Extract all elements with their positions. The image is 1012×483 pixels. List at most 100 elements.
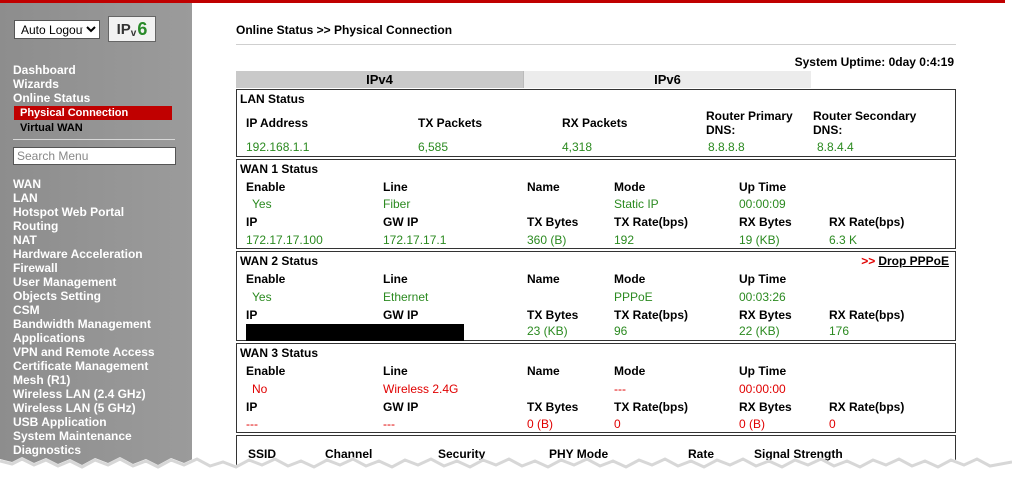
wan3-rxbytes-label: RX Bytes <box>739 400 792 414</box>
lan-tx-header: TX Packets <box>418 116 483 130</box>
wan3-name-label: Name <box>527 364 560 378</box>
menu-routing[interactable]: Routing <box>13 219 155 233</box>
wan3-status-title: WAN 3 Status <box>240 346 319 360</box>
lan-tx-value: 6,585 <box>418 140 449 154</box>
tab-ipv4[interactable]: IPv4 <box>236 71 523 88</box>
auto-logout-select[interactable]: Auto Logout <box>14 20 100 39</box>
menu-csm[interactable]: CSM <box>13 303 155 317</box>
wan2-status-panel: WAN 2 Status >> Drop PPPoE Enable Line Na… <box>236 251 956 341</box>
router-web-ui: Auto Logout IP v 6 Dashboard Wizards Onlin… <box>0 0 1005 470</box>
wan3-rxrate-value: 0 <box>829 417 836 431</box>
wan1-ip-label: IP <box>246 215 258 229</box>
search-menu-input[interactable] <box>13 147 176 165</box>
wan3-ip-label: IP <box>246 400 258 414</box>
wan1-rxrate-value: 6.3 K <box>829 233 858 247</box>
menu-system-maintenance[interactable]: System Maintenance <box>13 429 155 443</box>
lan-ip-value: 192.168.1.1 <box>246 140 310 154</box>
wan3-ip-value: --- <box>246 417 258 431</box>
wan3-txbytes-label: TX Bytes <box>527 400 579 414</box>
menu-vpn-remote-access[interactable]: VPN and Remote Access <box>13 345 155 359</box>
wan3-txbytes-value: 0 (B) <box>527 417 554 431</box>
wan2-rxrate-label: RX Rate(bps) <box>829 308 905 322</box>
wan3-txrate-value: 0 <box>614 417 621 431</box>
menu-wan[interactable]: WAN <box>13 177 155 191</box>
wan2-ip-label: IP <box>246 308 258 322</box>
lan-dns2-value: 8.8.4.4 <box>817 140 854 154</box>
lan-dns1-header: Router Primary <box>706 109 793 123</box>
menu-wireless-lan-24[interactable]: Wireless LAN (2.4 GHz) <box>13 387 155 401</box>
wan1-uptime-label: Up Time <box>739 180 787 194</box>
top-menu: Dashboard Wizards Online Status <box>13 63 90 105</box>
wan2-rxbytes-label: RX Bytes <box>739 308 792 322</box>
wan2-enable-label: Enable <box>246 272 286 286</box>
wan3-status-panel: WAN 3 Status Enable Line Name Mode Up Ti… <box>236 343 956 433</box>
wan1-gwip-value: 172.17.17.1 <box>383 233 447 247</box>
wan1-line-value: Fiber <box>383 197 411 211</box>
menu-objects-setting[interactable]: Objects Setting <box>13 289 155 303</box>
wan3-rxrate-label: RX Rate(bps) <box>829 400 905 414</box>
menu-bandwidth-management[interactable]: Bandwidth Management <box>13 317 155 331</box>
wan1-txrate-value: 192 <box>614 233 635 247</box>
wan2-name-label: Name <box>527 272 560 286</box>
wan2-txrate-value: 96 <box>614 324 628 338</box>
wan2-uptime-value: 00:03:26 <box>739 290 786 304</box>
wan3-line-value: Wireless 2.4G <box>383 382 459 396</box>
menu-user-management[interactable]: User Management <box>13 275 155 289</box>
wan1-status-panel: WAN 1 Status Enable Line Name Mode Up Ti… <box>236 159 956 249</box>
ipv6-icon[interactable]: IP v 6 <box>108 16 156 42</box>
ip-version-tabs: IPv4 IPv6 <box>236 71 811 88</box>
breadcrumb-divider <box>236 44 956 45</box>
wan1-name-label: Name <box>527 180 560 194</box>
breadcrumb: Online Status >> Physical Connection <box>236 23 453 37</box>
wan1-txrate-label: TX Rate(bps) <box>614 215 689 229</box>
submenu-physical-connection[interactable]: Physical Connection <box>14 106 172 120</box>
wan2-uptime-label: Up Time <box>739 272 787 286</box>
menu-dashboard[interactable]: Dashboard <box>13 63 90 77</box>
wan2-mode-label: Mode <box>614 272 646 286</box>
wan3-rxbytes-value: 0 (B) <box>739 417 766 431</box>
wan2-mode-value: PPPoE <box>614 290 653 304</box>
wan2-line-label: Line <box>383 272 408 286</box>
menu-wizards[interactable]: Wizards <box>13 77 90 91</box>
wan1-txbytes-value: 360 (B) <box>527 233 567 247</box>
wan3-gwip-value: --- <box>383 417 395 431</box>
lan-dns1-value: 8.8.8.8 <box>708 140 745 154</box>
wan2-txbytes-value: 23 (KB) <box>527 324 568 338</box>
menu-mesh[interactable]: Mesh (R1) <box>13 373 155 387</box>
lan-rx-value: 4,318 <box>562 140 593 154</box>
drop-pppoe-link[interactable]: >> Drop PPPoE <box>861 254 949 268</box>
wan1-status-title: WAN 1 Status <box>240 162 319 176</box>
wan3-line-label: Line <box>383 364 408 378</box>
tab-ipv6[interactable]: IPv6 <box>523 71 811 88</box>
menu-wireless-lan-5[interactable]: Wireless LAN (5 GHz) <box>13 401 155 415</box>
wan3-mode-value: --- <box>614 382 626 396</box>
wan3-enable-label: Enable <box>246 364 286 378</box>
ipv6-badge-v: v <box>130 27 137 39</box>
menu-firewall[interactable]: Firewall <box>13 261 155 275</box>
redacted-ip-block <box>246 324 464 341</box>
drop-pppoe-arrow-icon: >> <box>861 254 876 268</box>
wan1-ip-value: 172.17.17.100 <box>246 233 323 247</box>
menu-certificate-management[interactable]: Certificate Management <box>13 359 155 373</box>
wan1-line-label: Line <box>383 180 408 194</box>
lan-rx-header: RX Packets <box>562 116 628 130</box>
submenu-virtual-wan[interactable]: Virtual WAN <box>20 121 83 135</box>
main-menu: WAN LAN Hotspot Web Portal Routing NAT H… <box>13 177 155 457</box>
menu-online-status[interactable]: Online Status <box>13 91 90 105</box>
wan1-enable-value: Yes <box>252 197 272 211</box>
menu-nat[interactable]: NAT <box>13 233 155 247</box>
wan2-rxrate-value: 176 <box>829 324 850 338</box>
lan-status-title: LAN Status <box>240 92 305 106</box>
menu-lan[interactable]: LAN <box>13 191 155 205</box>
wan2-gwip-label: GW IP <box>383 308 419 322</box>
wan1-gwip-label: GW IP <box>383 215 419 229</box>
menu-usb-application[interactable]: USB Application <box>13 415 155 429</box>
ipv6-badge-six: 6 <box>137 18 148 39</box>
wan3-mode-label: Mode <box>614 364 646 378</box>
menu-applications[interactable]: Applications <box>13 331 155 345</box>
lan-dns2-header-2: DNS: <box>813 123 843 137</box>
lan-dns2-header: Router Secondary <box>813 109 917 123</box>
drop-pppoe-label: Drop PPPoE <box>878 254 949 268</box>
menu-hotspot-web-portal[interactable]: Hotspot Web Portal <box>13 205 155 219</box>
menu-hardware-acceleration[interactable]: Hardware Acceleration <box>13 247 155 261</box>
